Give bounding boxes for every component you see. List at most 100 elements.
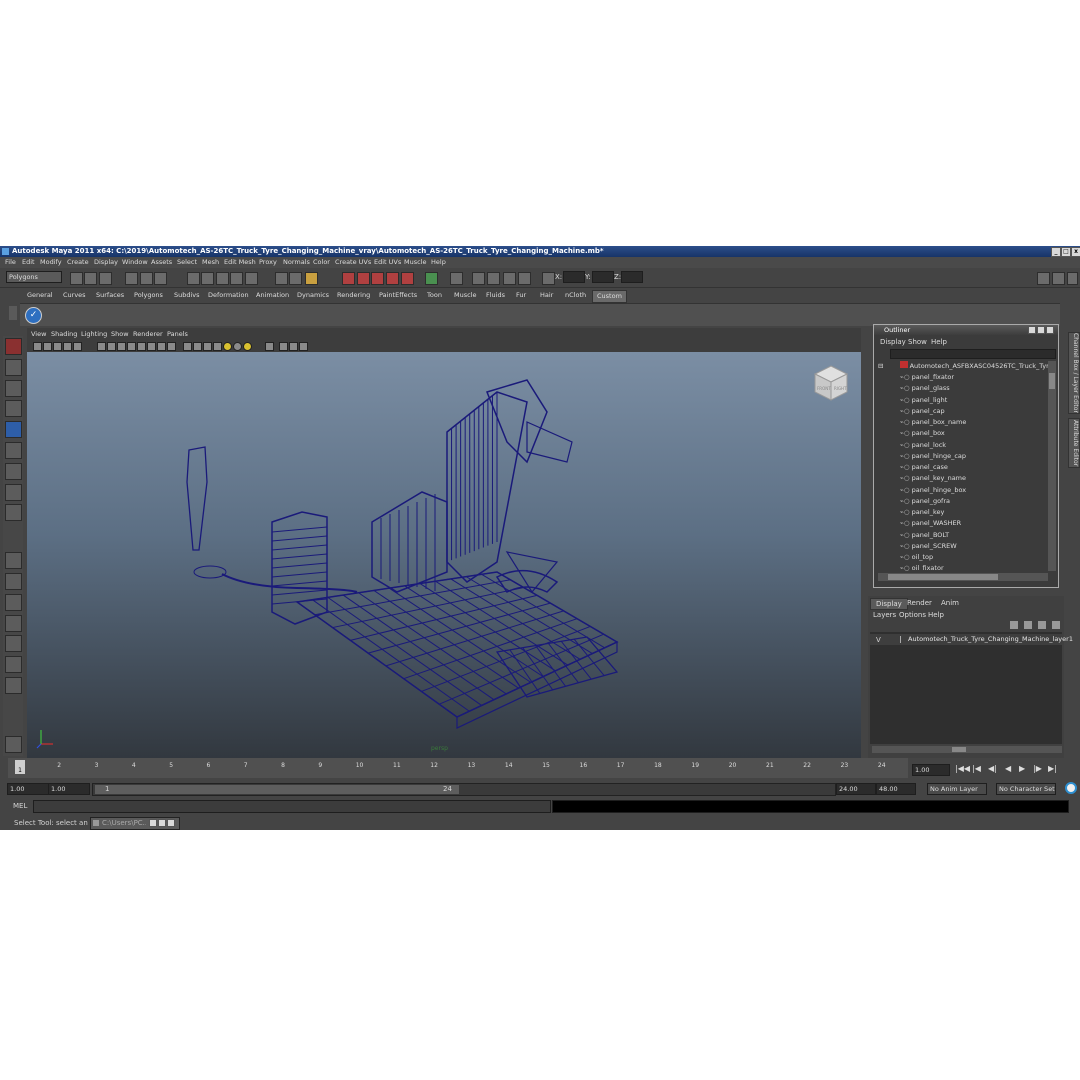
paint-select-icon[interactable] bbox=[5, 380, 22, 397]
channel-box-tab[interactable]: Channel Box / Layer Editor bbox=[1068, 332, 1080, 414]
attribute-icon[interactable] bbox=[472, 272, 485, 285]
outliner-item[interactable]: ⌁○ panel_lock bbox=[900, 440, 946, 451]
x-field[interactable] bbox=[563, 271, 585, 283]
soft-mod-icon[interactable] bbox=[5, 484, 22, 501]
menu-window[interactable]: Window bbox=[122, 258, 148, 266]
help-icon[interactable] bbox=[289, 272, 302, 285]
outliner-item[interactable]: ⌁○ panel_gofra bbox=[900, 496, 950, 507]
play-back-icon[interactable]: ◀ bbox=[1005, 764, 1011, 773]
mel-label[interactable]: MEL bbox=[13, 802, 27, 810]
step-forward-icon[interactable]: |▶ bbox=[1033, 764, 1042, 773]
show-tool-icon[interactable] bbox=[1052, 272, 1065, 285]
shelf-tab-animation[interactable]: Animation bbox=[256, 290, 289, 301]
layout-persp-icon[interactable] bbox=[5, 615, 22, 632]
rotate-tool-icon[interactable] bbox=[5, 421, 22, 438]
view-cube-right[interactable]: RIGHT bbox=[834, 386, 847, 391]
step-back-icon[interactable]: ◀| bbox=[988, 764, 997, 773]
film-gate-icon[interactable] bbox=[97, 342, 106, 351]
view-cube-front[interactable]: FRONT bbox=[817, 386, 831, 391]
outliner-item[interactable]: ⌁○ panel_case bbox=[900, 462, 948, 473]
new-layer-selected-icon[interactable] bbox=[1024, 621, 1032, 629]
grid-toggle-icon[interactable] bbox=[73, 342, 82, 351]
outliner-vscrollbar[interactable] bbox=[1048, 361, 1056, 571]
menu-proxy[interactable]: Proxy bbox=[259, 258, 277, 266]
shelf-tab-toon[interactable]: Toon bbox=[427, 290, 442, 301]
outliner-menu-display[interactable]: Display bbox=[880, 338, 906, 346]
menu-display[interactable]: Display bbox=[94, 258, 118, 266]
play-forward-icon[interactable]: ▶ bbox=[1019, 764, 1025, 773]
render-settings-icon[interactable] bbox=[371, 272, 384, 285]
outliner-item[interactable]: ⌁○ panel_glass bbox=[900, 383, 950, 394]
snap-surface-icon[interactable] bbox=[245, 272, 258, 285]
shelf-tab-muscle[interactable]: Muscle bbox=[454, 290, 477, 301]
depth-peeling-icon[interactable] bbox=[289, 342, 298, 351]
outliner-maximize-button[interactable] bbox=[1037, 326, 1045, 334]
shelf-tab-custom[interactable]: Custom bbox=[592, 290, 627, 303]
save-scene-icon[interactable] bbox=[99, 272, 112, 285]
outliner-minimize-button[interactable] bbox=[1028, 326, 1036, 334]
layer-tab-display[interactable]: Display bbox=[870, 598, 908, 610]
ipr-render-icon[interactable] bbox=[357, 272, 370, 285]
outliner-close-button[interactable] bbox=[1046, 326, 1054, 334]
menu-edit-mesh[interactable]: Edit Mesh bbox=[224, 258, 256, 266]
minimized-script-editor[interactable]: C:\Users\PC... bbox=[90, 817, 180, 830]
menu-create-uvs[interactable]: Create UVs bbox=[335, 258, 371, 266]
menu-mesh[interactable]: Mesh bbox=[202, 258, 219, 266]
menu-edit-uvs[interactable]: Edit UVs bbox=[374, 258, 401, 266]
outliner-menu-help[interactable]: Help bbox=[931, 338, 947, 346]
menu-modify[interactable]: Modify bbox=[40, 258, 62, 266]
script-editor-close-button[interactable] bbox=[167, 819, 175, 827]
all-lights-icon[interactable] bbox=[233, 342, 242, 351]
outliner-item[interactable]: ⌁○ panel_box bbox=[900, 428, 945, 439]
wireframe-icon[interactable] bbox=[157, 342, 166, 351]
open-scene-icon[interactable] bbox=[84, 272, 97, 285]
current-frame-field[interactable]: 1.00 bbox=[912, 764, 950, 776]
character-set-select[interactable]: No Character Set bbox=[996, 783, 1056, 795]
outliner-item[interactable]: ⌁○ oil_fixator bbox=[900, 563, 944, 571]
camera-select-icon[interactable] bbox=[33, 342, 42, 351]
lights-icon[interactable] bbox=[213, 342, 222, 351]
resolution-gate-icon[interactable] bbox=[107, 342, 116, 351]
menu-color[interactable]: Color bbox=[313, 258, 330, 266]
panel-menu-panels[interactable]: Panels bbox=[167, 330, 188, 338]
shelf-tab-hair[interactable]: Hair bbox=[540, 290, 553, 301]
outliner-item[interactable]: ⌁○ panel_fixator bbox=[900, 372, 954, 383]
outliner-hscrollbar[interactable] bbox=[878, 573, 1048, 581]
input-line-icon[interactable] bbox=[425, 272, 438, 285]
last-tool-icon[interactable] bbox=[5, 504, 22, 521]
gate-mask-icon[interactable] bbox=[117, 342, 126, 351]
outliner-item[interactable]: ⌁○ panel_hinge_box bbox=[900, 485, 966, 496]
shelf-tab-surfaces[interactable]: Surfaces bbox=[96, 290, 124, 301]
render-frame-icon[interactable] bbox=[342, 272, 355, 285]
menu-edit[interactable]: Edit bbox=[22, 258, 35, 266]
script-editor-restore-button[interactable] bbox=[149, 819, 157, 827]
layer-name[interactable]: Automotech_Truck_Tyre_Changing_Machine_l… bbox=[908, 635, 1073, 643]
outliner-item[interactable]: ⌁○ panel_key bbox=[900, 507, 944, 518]
close-button[interactable]: x bbox=[1071, 247, 1080, 257]
snap-view-icon[interactable] bbox=[230, 272, 243, 285]
panel-menu-show[interactable]: Show bbox=[111, 330, 129, 338]
scale-tool-icon[interactable] bbox=[5, 442, 22, 459]
outliner-item[interactable]: ⌁○ panel_SCREW bbox=[900, 541, 957, 552]
shelf-tab-rendering[interactable]: Rendering bbox=[337, 290, 370, 301]
shelf-tab-deformation[interactable]: Deformation bbox=[208, 290, 249, 301]
layer-hscrollbar[interactable] bbox=[872, 746, 1062, 753]
field-chart-icon[interactable] bbox=[127, 342, 136, 351]
anim-end-field[interactable]: 48.00 bbox=[876, 783, 916, 795]
range-slider[interactable]: 1 24 bbox=[92, 783, 836, 796]
range-slider-handle[interactable] bbox=[95, 785, 459, 794]
outliner-item[interactable]: ⌁○ panel_WASHER bbox=[900, 518, 961, 529]
layer-menu-options[interactable]: Options bbox=[899, 611, 926, 619]
menu-help[interactable]: Help bbox=[431, 258, 446, 266]
go-to-start-icon[interactable]: |◀◀ bbox=[955, 764, 970, 773]
outliner-item[interactable]: ⌁○ panel_hinge_cap bbox=[900, 451, 966, 462]
panel-menu-view[interactable]: View bbox=[31, 330, 46, 338]
outliner-root-item[interactable]: ⊟ Automotech_ASFBXASC04526TC_Truck_Tyre_… bbox=[878, 361, 1048, 372]
shelf-tab-fluids[interactable]: Fluids bbox=[486, 290, 505, 301]
menu-muscle[interactable]: Muscle bbox=[404, 258, 427, 266]
shelf-tab-subdivs[interactable]: Subdivs bbox=[174, 290, 200, 301]
shelf-tab-painteffects[interactable]: PaintEffects bbox=[379, 290, 417, 301]
high-quality-icon[interactable] bbox=[279, 342, 288, 351]
script-editor-maximize-button[interactable] bbox=[158, 819, 166, 827]
outliner-item[interactable]: ⌁○ panel_light bbox=[900, 395, 947, 406]
